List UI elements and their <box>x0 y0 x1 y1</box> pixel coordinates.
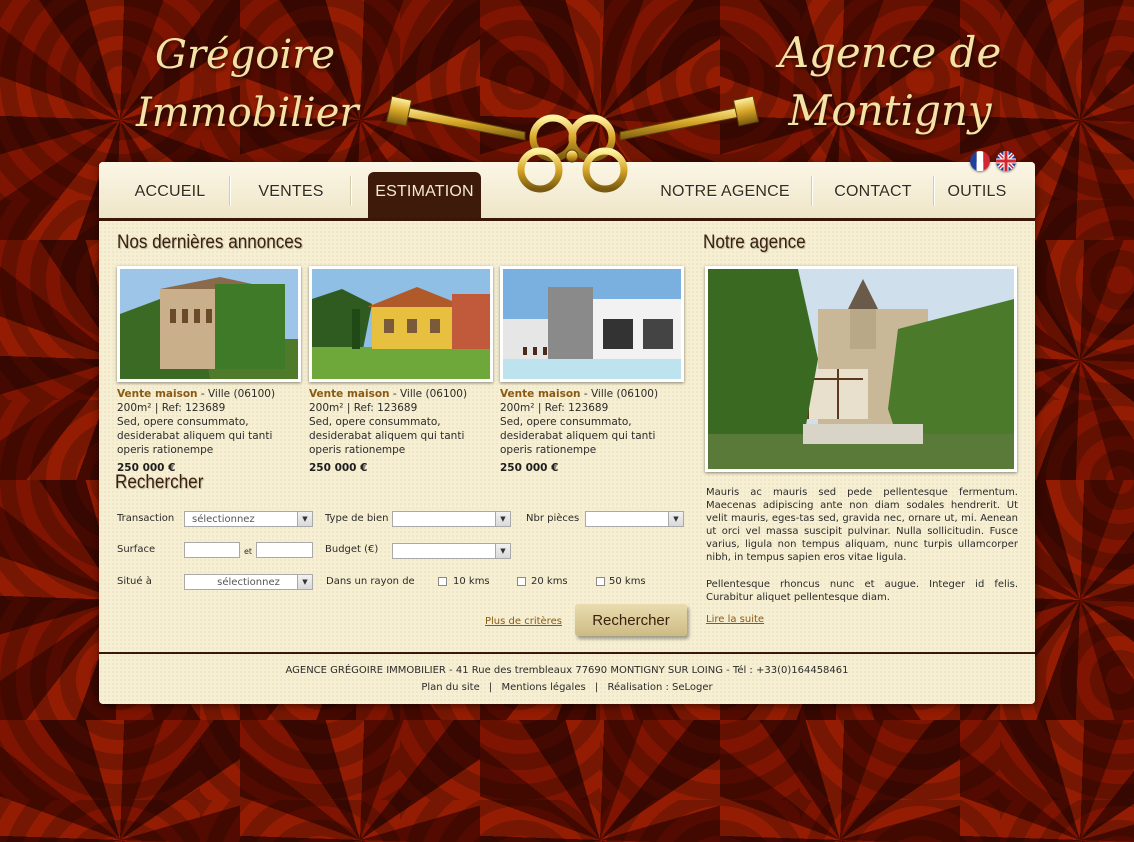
property-type-label: Type de bien <box>325 513 389 524</box>
listing-location: - Ville (06100) <box>197 388 276 400</box>
rooms-select[interactable]: ▼ <box>585 511 684 527</box>
nav-divider <box>229 176 230 206</box>
nav-divider <box>933 176 934 206</box>
listing-description: Sed, opere consummato, desiderabat aliqu… <box>500 416 656 456</box>
nav-divider <box>350 176 351 206</box>
property-type-select-value <box>393 514 400 525</box>
brand-tagline-line2: Montigny <box>788 86 992 135</box>
surface-max-input[interactable] <box>256 542 313 558</box>
brand-logo-left[interactable]: Grégoire Immobilier <box>136 26 359 142</box>
property-type-select[interactable]: ▼ <box>392 511 511 527</box>
listing-location: - Ville (06100) <box>389 388 468 400</box>
language-switcher <box>970 151 1016 171</box>
radius-20-label: 20 kms <box>531 576 568 587</box>
agency-photo <box>705 266 1017 472</box>
nav-item-outils[interactable]: OUTILS <box>943 172 1011 218</box>
more-criteria-link[interactable]: Plus de critères <box>485 616 562 627</box>
flag-uk-icon[interactable] <box>996 151 1016 171</box>
nav-divider <box>811 176 812 206</box>
surface-label: Surface <box>117 544 156 555</box>
listing-price: 250 000 € <box>500 462 559 474</box>
search-title: Rechercher <box>115 472 204 493</box>
agency-description: Mauris ac mauris sed pede pellentesque f… <box>706 487 1018 563</box>
radius-50-label: 50 kms <box>609 576 646 587</box>
golden-keys-icon <box>385 95 760 193</box>
budget-label: Budget (€) <box>325 544 379 555</box>
listing-details: 200m² | Ref: 123689 <box>117 402 226 414</box>
listing-photo[interactable] <box>117 266 301 382</box>
listing-card: Vente maison - Ville (06100) 200m² | Ref… <box>309 266 493 475</box>
chevron-down-icon: ▼ <box>668 512 683 526</box>
surface-min-input[interactable] <box>184 542 240 558</box>
flag-fr-icon[interactable] <box>970 151 990 171</box>
radius-50-checkbox[interactable] <box>596 577 605 586</box>
radius-label: Dans un rayon de <box>326 576 415 587</box>
location-select-value: sélectionnez <box>217 577 280 588</box>
chevron-down-icon: ▼ <box>495 544 510 558</box>
footer-legal-link[interactable]: Mentions légales <box>501 682 585 693</box>
chevron-down-icon: ▼ <box>495 512 510 526</box>
listings-title: Nos dernières annonces <box>117 232 303 253</box>
listing-details: 200m² | Ref: 123689 <box>500 402 609 414</box>
listing-location: - Ville (06100) <box>580 388 659 400</box>
transaction-select-value: sélectionnez <box>192 514 255 525</box>
listing-photo[interactable] <box>500 266 684 382</box>
budget-select[interactable]: ▼ <box>392 543 511 559</box>
listing-details: 200m² | Ref: 123689 <box>309 402 418 414</box>
listing-photo[interactable] <box>309 266 493 382</box>
nav-item-contact[interactable]: CONTACT <box>827 172 919 218</box>
surface-between-label: et <box>244 547 253 556</box>
listing-price: 250 000 € <box>309 462 368 474</box>
listing-card: Vente maison - Ville (06100) 200m² | Ref… <box>500 266 684 475</box>
radius-20-checkbox[interactable] <box>517 577 526 586</box>
location-label: Situé à <box>117 576 152 587</box>
main-panel: ACCUEIL VENTES ESTIMATION NOTRE AGENCE C… <box>99 162 1035 704</box>
footer-credit-link[interactable]: Réalisation : SeLoger <box>607 682 712 693</box>
search-button[interactable]: Rechercher <box>575 604 687 636</box>
nav-item-ventes[interactable]: VENTES <box>249 172 333 218</box>
footer: AGENCE GRÉGOIRE IMMOBILIER - 41 Rue des … <box>99 652 1035 693</box>
footer-separator: | <box>488 682 493 693</box>
budget-select-value <box>393 546 400 557</box>
rooms-select-value <box>586 514 593 525</box>
brand-tagline-right: Agence de Montigny <box>770 24 1010 140</box>
chevron-down-icon: ▼ <box>297 575 312 589</box>
transaction-label: Transaction <box>117 513 175 524</box>
footer-sitemap-link[interactable]: Plan du site <box>421 682 479 693</box>
listing-card: Vente maison - Ville (06100) 200m² | Ref… <box>117 266 301 475</box>
radius-10-label: 10 kms <box>453 576 490 587</box>
agency-title: Notre agence <box>703 232 806 253</box>
rooms-label: Nbr pièces <box>526 513 580 524</box>
brand-name-line2: Immobilier <box>136 90 359 136</box>
footer-separator: | <box>594 682 599 693</box>
listing-description: Sed, opere consummato, desiderabat aliqu… <box>309 416 465 456</box>
brand-name-line1: Grégoire <box>154 32 336 78</box>
transaction-select[interactable]: sélectionnez ▼ <box>184 511 313 527</box>
listing-type-link[interactable]: Vente maison <box>117 388 198 400</box>
radius-10-checkbox[interactable] <box>438 577 447 586</box>
read-more-link[interactable]: Lire la suite <box>706 614 764 625</box>
listing-type-link[interactable]: Vente maison <box>500 388 581 400</box>
nav-item-accueil[interactable]: ACCUEIL <box>125 172 215 218</box>
brand-tagline-line1: Agence de <box>778 28 1002 77</box>
listing-description: Sed, opere consummato, desiderabat aliqu… <box>117 416 273 456</box>
agency-description-2: Pellentesque rhoncus nunc et augue. Inte… <box>706 579 1018 603</box>
chevron-down-icon: ▼ <box>297 512 312 526</box>
listing-type-link[interactable]: Vente maison <box>309 388 390 400</box>
footer-address: AGENCE GRÉGOIRE IMMOBILIER - 41 Rue des … <box>285 665 849 676</box>
location-select[interactable]: sélectionnez ▼ <box>184 574 313 590</box>
